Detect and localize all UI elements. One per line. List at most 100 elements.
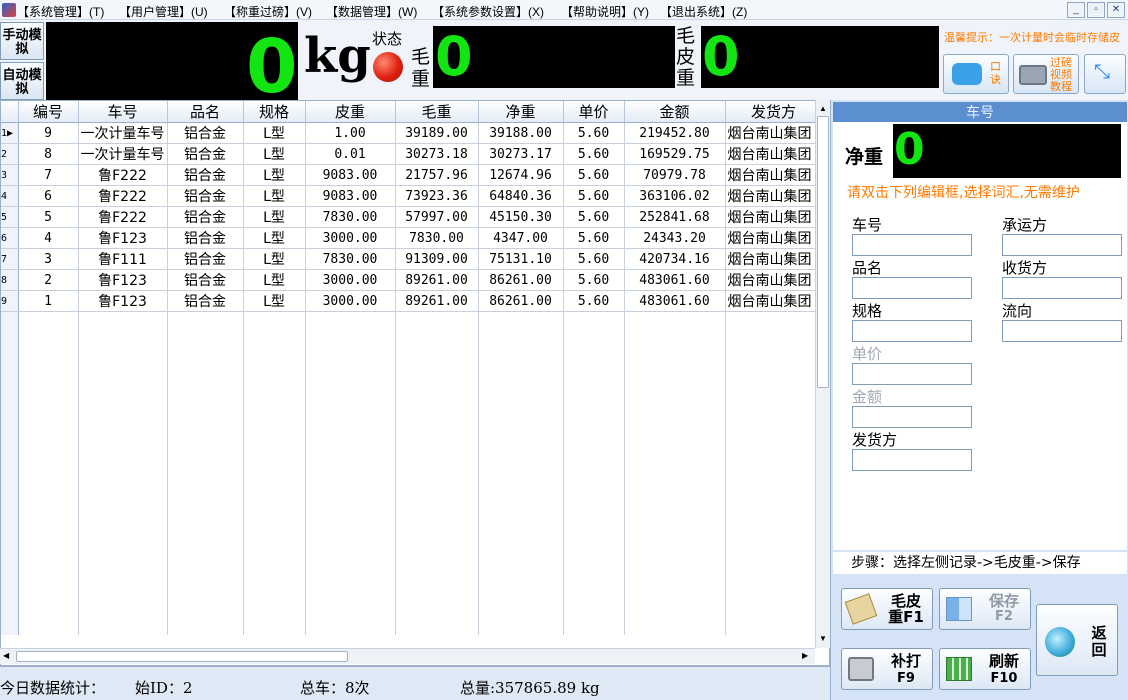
horizontal-scroll-thumb[interactable] bbox=[16, 651, 348, 662]
table-cell[interactable]: 烟台南山集团 bbox=[725, 290, 823, 312]
scroll-right-icon[interactable]: ▶ bbox=[802, 651, 808, 660]
menu-data[interactable]: 【数据管理】(W) bbox=[326, 3, 417, 20]
back-button[interactable]: 返回 bbox=[1036, 604, 1118, 676]
table-cell[interactable]: 483061.60 bbox=[624, 290, 726, 312]
table-cell[interactable]: 169529.75 bbox=[624, 143, 726, 165]
table-cell[interactable]: L型 bbox=[243, 290, 306, 312]
scroll-down-icon[interactable]: ▼ bbox=[819, 634, 827, 643]
column-header-amount[interactable]: 金额 bbox=[624, 101, 726, 123]
table-cell[interactable]: 86261.00 bbox=[478, 290, 564, 312]
table-cell[interactable]: 9 bbox=[18, 122, 79, 144]
table-cell[interactable]: 24343.20 bbox=[624, 227, 726, 249]
table-cell[interactable]: 9083.00 bbox=[305, 164, 396, 186]
table-cell[interactable]: 烟台南山集团 bbox=[725, 206, 823, 228]
scroll-left-icon[interactable]: ◀ bbox=[3, 651, 9, 660]
menu-weighing[interactable]: 【称重过磅】(V) bbox=[224, 3, 312, 20]
table-cell[interactable]: 420734.16 bbox=[624, 248, 726, 270]
table-cell[interactable]: L型 bbox=[243, 185, 306, 207]
table-cell[interactable]: L型 bbox=[243, 227, 306, 249]
table-cell[interactable]: 30273.17 bbox=[478, 143, 564, 165]
table-cell[interactable]: L型 bbox=[243, 164, 306, 186]
table-cell[interactable]: 一次计量车号 bbox=[78, 122, 168, 144]
table-cell[interactable]: 483061.60 bbox=[624, 269, 726, 291]
menu-system[interactable]: 【系统管理】(T) bbox=[17, 3, 104, 20]
table-cell[interactable]: 39188.00 bbox=[478, 122, 564, 144]
table-cell[interactable]: 5.60 bbox=[563, 269, 625, 291]
table-cell[interactable]: 5.60 bbox=[563, 143, 625, 165]
table-cell[interactable]: 45150.30 bbox=[478, 206, 564, 228]
column-header-plate[interactable]: 车号 bbox=[78, 101, 168, 123]
table-row[interactable]: 1▶ 9 一次计量车号 铝合金 L型 1.00 39189.00 39188.00 5.60 21… bbox=[1, 122, 823, 144]
column-header-net[interactable]: 净重 bbox=[478, 101, 564, 123]
table-cell[interactable]: 5.60 bbox=[563, 185, 625, 207]
table-cell[interactable]: 鲁F222 bbox=[78, 185, 168, 207]
row-header[interactable]: 4 bbox=[1, 185, 19, 207]
table-cell[interactable]: 铝合金 bbox=[167, 248, 244, 270]
table-cell[interactable]: 烟台南山集团 bbox=[725, 185, 823, 207]
table-cell[interactable]: 252841.68 bbox=[624, 206, 726, 228]
table-cell[interactable]: 7830.00 bbox=[395, 227, 479, 249]
table-cell[interactable]: 铝合金 bbox=[167, 143, 244, 165]
table-cell[interactable]: 5.60 bbox=[563, 290, 625, 312]
scroll-up-icon[interactable]: ▲ bbox=[819, 104, 827, 113]
product-input[interactable] bbox=[852, 277, 972, 299]
table-row[interactable]: 3 7 鲁F222 铝合金 L型 9083.00 21757.96 12674.96 5.60 7… bbox=[1, 164, 823, 186]
save-button[interactable]: 保存 F2 bbox=[939, 588, 1031, 630]
refresh-button[interactable]: 刷新 F10 bbox=[939, 648, 1031, 690]
expand-button[interactable]: ⤡ bbox=[1084, 54, 1126, 94]
table-cell[interactable]: 鲁F222 bbox=[78, 206, 168, 228]
table-cell[interactable]: 89261.00 bbox=[395, 290, 479, 312]
table-cell[interactable]: 86261.00 bbox=[478, 269, 564, 291]
auto-simulate-button[interactable]: 自动模拟 bbox=[0, 62, 44, 100]
table-cell[interactable]: 5.60 bbox=[563, 122, 625, 144]
table-row[interactable]: 9 1 鲁F123 铝合金 L型 3000.00 89261.00 86261.00 5.60 4… bbox=[1, 290, 823, 312]
minimize-button[interactable]: _ bbox=[1067, 2, 1085, 18]
menu-user[interactable]: 【用户管理】(U) bbox=[119, 3, 208, 20]
mouth-rule-button[interactable]: 口诀 bbox=[943, 54, 1009, 94]
table-cell[interactable]: 鲁F111 bbox=[78, 248, 168, 270]
table-cell[interactable]: 73923.36 bbox=[395, 185, 479, 207]
price-input[interactable] bbox=[852, 363, 972, 385]
receiver-input[interactable] bbox=[1002, 277, 1122, 299]
table-cell[interactable]: 鲁F123 bbox=[78, 227, 168, 249]
table-cell[interactable]: 烟台南山集团 bbox=[725, 143, 823, 165]
column-header-gross[interactable]: 毛重 bbox=[395, 101, 479, 123]
table-cell[interactable]: 铝合金 bbox=[167, 164, 244, 186]
table-cell[interactable]: 5.60 bbox=[563, 248, 625, 270]
column-header-tare[interactable]: 皮重 bbox=[305, 101, 396, 123]
table-cell[interactable]: 7 bbox=[18, 164, 79, 186]
table-cell[interactable]: 21757.96 bbox=[395, 164, 479, 186]
table-row[interactable]: 4 6 鲁F222 铝合金 L型 9083.00 73923.36 64840.36 5.60 3… bbox=[1, 185, 823, 207]
table-cell[interactable]: 39189.00 bbox=[395, 122, 479, 144]
row-header[interactable]: 8 bbox=[1, 269, 19, 291]
table-cell[interactable]: 铝合金 bbox=[167, 206, 244, 228]
table-cell[interactable]: 219452.80 bbox=[624, 122, 726, 144]
table-cell[interactable]: 4347.00 bbox=[478, 227, 564, 249]
table-cell[interactable]: 3000.00 bbox=[305, 227, 396, 249]
menu-help[interactable]: 【帮助说明】(Y) bbox=[561, 3, 649, 20]
table-cell[interactable]: 5.60 bbox=[563, 206, 625, 228]
table-cell[interactable]: 5.60 bbox=[563, 164, 625, 186]
table-cell[interactable]: 70979.78 bbox=[624, 164, 726, 186]
table-cell[interactable]: 9083.00 bbox=[305, 185, 396, 207]
table-cell[interactable]: 铝合金 bbox=[167, 227, 244, 249]
table-cell[interactable]: 6 bbox=[18, 185, 79, 207]
vertical-scrollbar[interactable]: ▲ ▼ bbox=[815, 100, 830, 648]
row-header[interactable]: 3 bbox=[1, 164, 19, 186]
row-header[interactable]: 6 bbox=[1, 227, 19, 249]
table-row[interactable]: 6 4 鲁F123 铝合金 L型 3000.00 7830.00 4347.00 5.60 243… bbox=[1, 227, 823, 249]
table-cell[interactable]: 64840.36 bbox=[478, 185, 564, 207]
table-cell[interactable]: 8 bbox=[18, 143, 79, 165]
horizontal-scrollbar[interactable]: ◀ ▶ bbox=[0, 648, 815, 664]
table-cell[interactable]: 3000.00 bbox=[305, 290, 396, 312]
table-cell[interactable]: 1 bbox=[18, 290, 79, 312]
row-header[interactable]: 9 bbox=[1, 290, 19, 312]
table-cell[interactable]: 烟台南山集团 bbox=[725, 164, 823, 186]
row-header[interactable]: 7 bbox=[1, 248, 19, 270]
restore-button[interactable]: ▫ bbox=[1087, 2, 1105, 18]
table-cell[interactable]: L型 bbox=[243, 122, 306, 144]
table-cell[interactable]: 5 bbox=[18, 206, 79, 228]
table-cell[interactable]: 铝合金 bbox=[167, 122, 244, 144]
table-cell[interactable]: 91309.00 bbox=[395, 248, 479, 270]
table-cell[interactable]: 烟台南山集团 bbox=[725, 227, 823, 249]
